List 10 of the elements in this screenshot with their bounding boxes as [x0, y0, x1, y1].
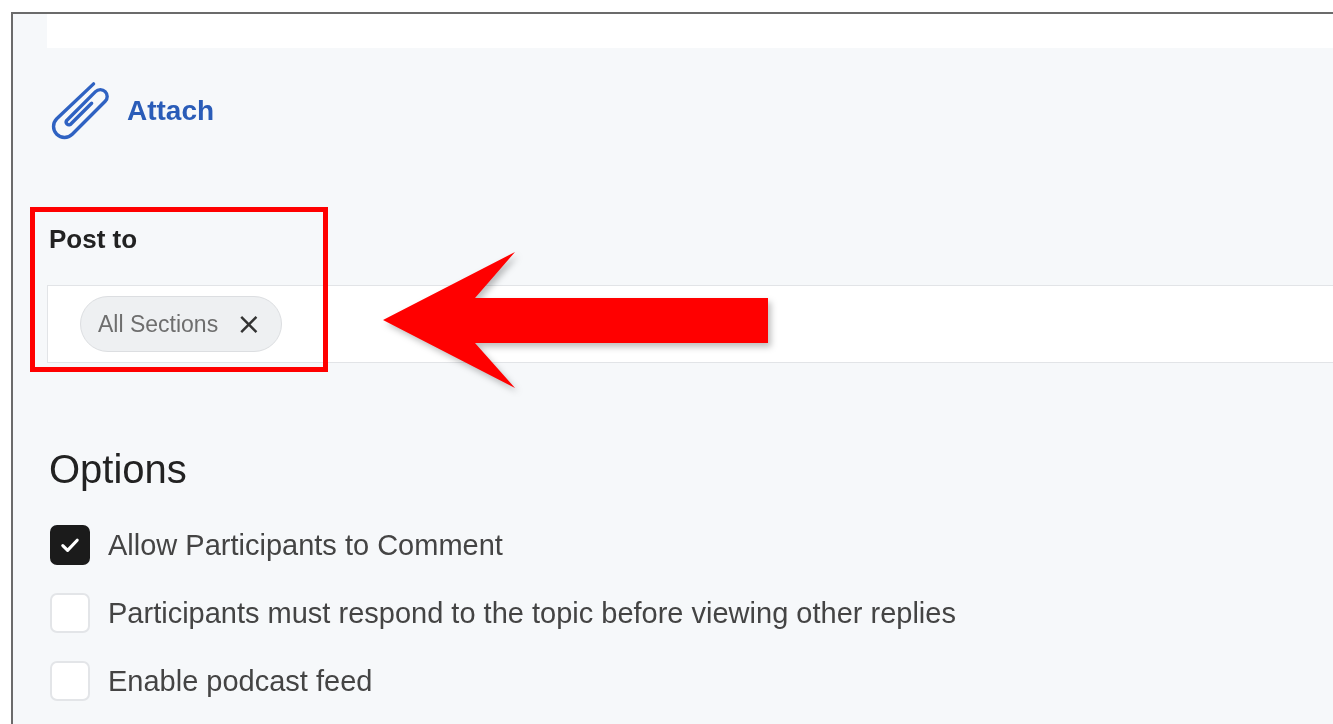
- remove-button[interactable]: ×: [236, 309, 262, 339]
- field-label: Post to: [49, 224, 138, 254]
- attach-link[interactable]: Attach: [47, 80, 215, 142]
- option-label: Participants must respond to the topic before viewing other replies: [108, 596, 956, 630]
- text-field[interactable]: [47, 14, 1333, 48]
- checkbox[interactable]: [50, 525, 90, 565]
- option-label: Enable podcast feed: [108, 664, 373, 698]
- chip-label: All Sections: [98, 310, 219, 338]
- option-label: Allow Participants to Comment: [108, 528, 503, 562]
- section-heading: Options: [49, 446, 187, 493]
